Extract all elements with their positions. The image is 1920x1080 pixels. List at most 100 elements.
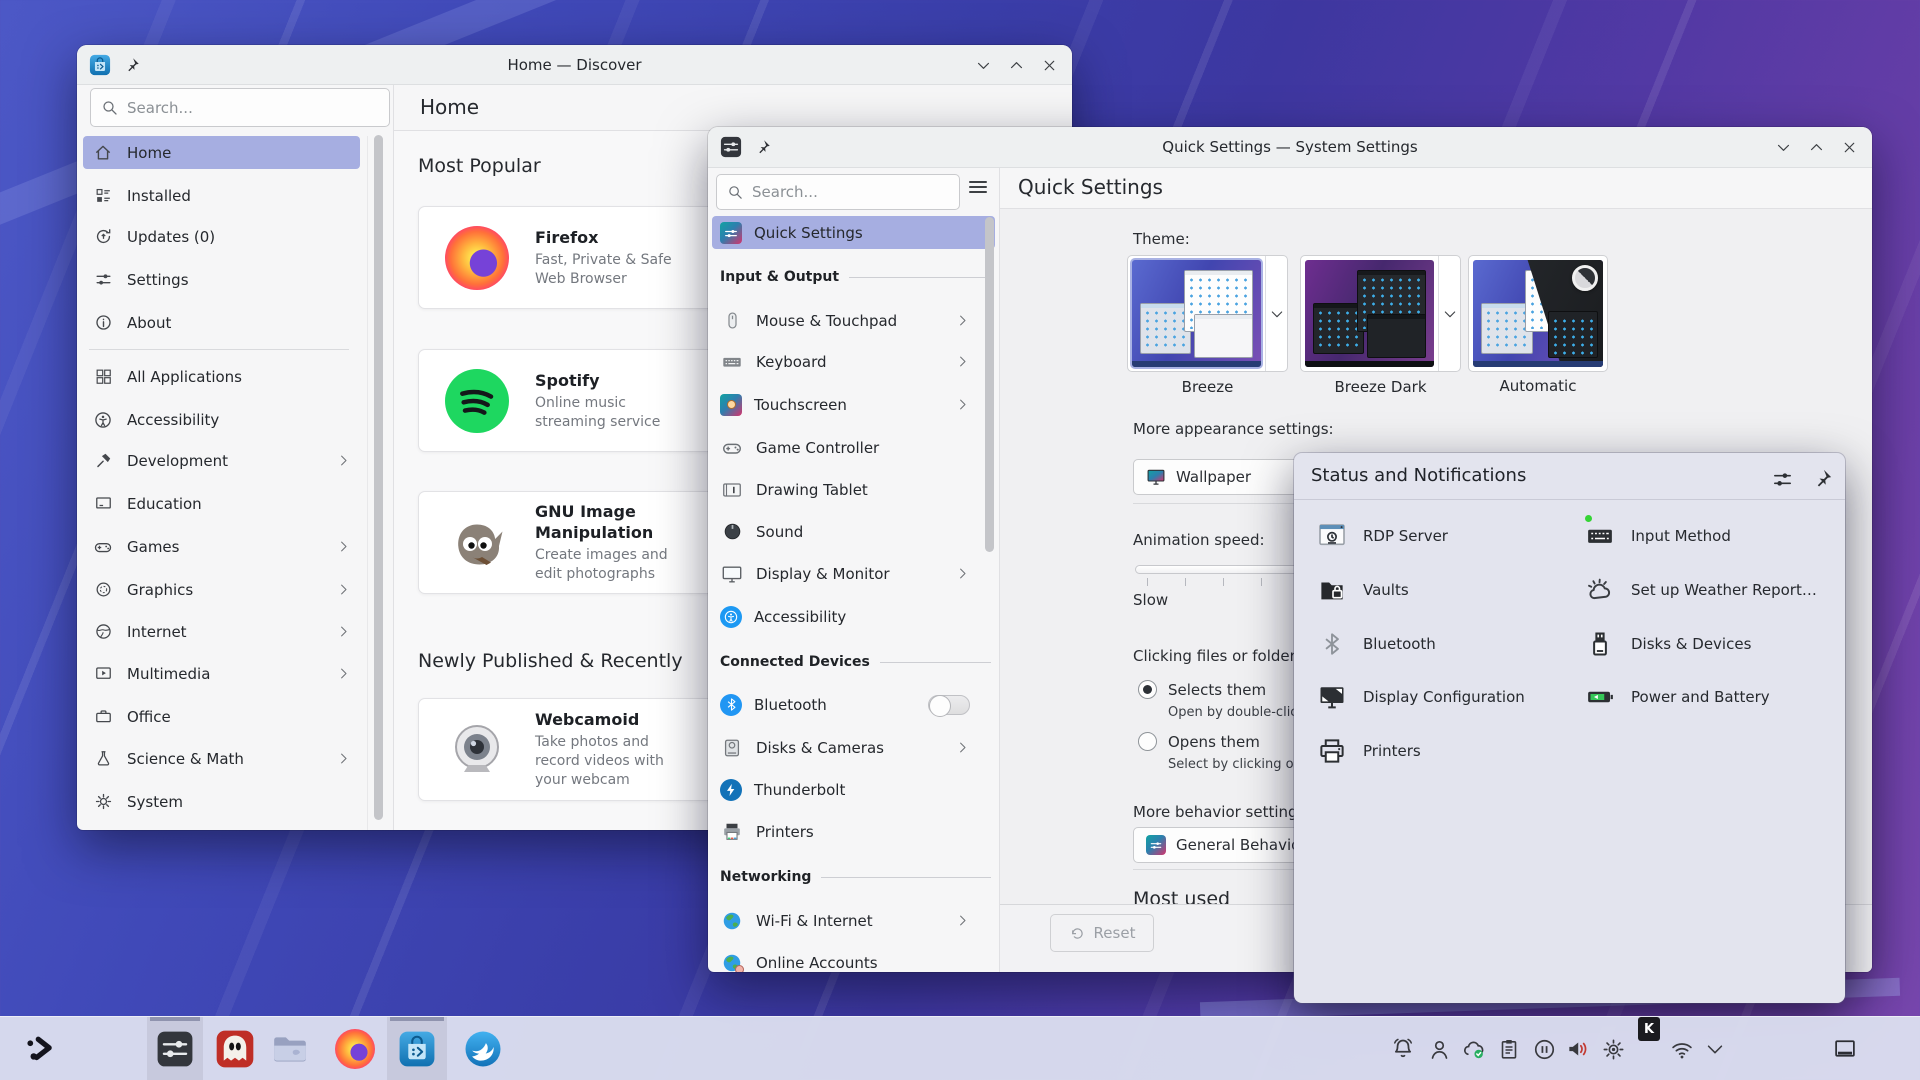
tray-night-light-icon[interactable] [1600,1017,1627,1080]
settings-nav-drawing-tablet[interactable]: Drawing Tablet [712,474,978,505]
configure-icon[interactable] [1771,468,1794,491]
popup-item-display-configuration[interactable]: Display Configuration [1316,681,1525,713]
chevron-right-icon [336,624,351,639]
settings-nav-wifi-internet[interactable]: Wi-Fi & Internet [712,905,978,936]
bluetooth-blue-icon [720,694,742,716]
sidebar-item-system[interactable]: System [83,785,360,818]
globe-icon [720,909,744,933]
popup-item-input-method[interactable]: Input Method [1584,520,1731,552]
popup-item-printers[interactable]: Printers [1316,735,1421,767]
sidebar-item-graphics[interactable]: Graphics [83,573,360,606]
sidebar-item-about[interactable]: About [83,306,360,339]
app-launcher-button[interactable] [18,1017,62,1080]
tray-user-icon[interactable] [1425,1017,1453,1080]
theme-option-breeze[interactable] [1127,255,1288,372]
popup-item-weather[interactable]: Set up Weather Report… [1584,574,1817,606]
breeze-thumbnail [1132,260,1261,367]
settings-nav-keyboard[interactable]: Keyboard [712,346,978,377]
minimize-icon[interactable] [975,57,992,74]
settings-search-input[interactable] [716,174,960,210]
popup-item-vaults[interactable]: Vaults [1316,574,1409,606]
settings-nav-disks-cameras[interactable]: Disks & Cameras [712,732,978,763]
settings-nav-printers[interactable]: Printers [712,816,978,847]
sidebar-item-science-math[interactable]: Science & Math [83,742,360,775]
task-system-settings[interactable] [155,1017,195,1080]
bluetooth-toggle[interactable] [928,695,970,715]
sidebar-item-multimedia[interactable]: Multimedia [83,657,360,690]
close-icon[interactable] [1041,57,1058,74]
search-input[interactable] [90,88,390,127]
animation-speed-label: Animation speed: [1133,531,1265,549]
sidebar-item-updates[interactable]: Updates (0) [83,220,360,253]
sidebar-scrollbar[interactable] [374,135,383,820]
pin-icon[interactable] [1811,467,1834,490]
settings-nav-quick-settings[interactable]: Quick Settings [712,216,995,249]
settings-sidebar-scrollbar[interactable] [985,217,994,552]
window-title: Home — Discover [77,56,1072,74]
theme-option-automatic[interactable] [1468,255,1608,372]
sidebar-item-installed[interactable]: Installed [83,179,360,212]
settings-nav-game-controller[interactable]: Game Controller [712,432,978,463]
sidebar-item-office[interactable]: Office [83,700,360,733]
task-firefox[interactable] [335,1017,375,1080]
breeze-dropdown[interactable] [1265,256,1287,371]
auto-theme-badge-icon [1572,265,1598,291]
animation-speed-slider[interactable] [1135,565,1317,574]
maximize-icon[interactable] [1808,139,1825,156]
task-ghostwriter[interactable] [215,1017,255,1080]
settings-sliders-icon [92,270,114,289]
tray-wifi-icon[interactable] [1668,1017,1696,1080]
tray-notifications-bell-icon[interactable] [1389,1017,1417,1080]
task-falkon[interactable] [463,1017,503,1080]
sidebar-item-development[interactable]: Development [83,444,360,477]
briefcase-icon [92,707,114,726]
maximize-icon[interactable] [1008,57,1025,74]
tray-clipboard-icon[interactable] [1496,1017,1522,1080]
settings-nav-thunderbolt[interactable]: Thunderbolt [712,774,978,805]
usb-icon [1584,628,1616,660]
breeze-dark-dropdown[interactable] [1438,256,1460,371]
popup-item-bluetooth[interactable]: Bluetooth [1316,628,1436,660]
sidebar-item-all-applications[interactable]: All Applications [83,360,360,393]
popup-item-power-battery[interactable]: Power and Battery [1584,681,1770,713]
radio-selects-them[interactable]: Selects them [1138,680,1266,699]
settings-nav-display-monitor[interactable]: Display & Monitor [712,558,978,589]
hamburger-menu-icon[interactable] [966,175,990,199]
task-discover[interactable] [397,1017,437,1080]
task-file-manager[interactable] [270,1017,310,1080]
show-desktop-icon[interactable] [1831,1017,1859,1080]
gamepad-icon [92,537,114,557]
popup-item-disks-devices[interactable]: Disks & Devices [1584,628,1751,660]
sidebar-item-internet[interactable]: Internet [83,615,360,648]
settings-nav-mouse-touchpad[interactable]: Mouse & Touchpad [712,305,978,336]
discover-titlebar[interactable]: Home — Discover [77,45,1072,85]
reset-button[interactable]: Reset [1050,914,1154,952]
settings-nav-bluetooth[interactable]: Bluetooth [712,689,978,720]
settings-titlebar[interactable]: Quick Settings — System Settings [708,127,1872,168]
section-heading-most-popular: Most Popular [418,155,541,177]
sidebar-item-accessibility[interactable]: Accessibility [83,403,360,436]
tray-volume-icon[interactable] [1564,1017,1592,1080]
settings-nav-online-accounts[interactable]: Online Accounts [712,947,978,972]
sidebar-item-settings[interactable]: Settings [83,263,360,296]
theme-option-breeze-dark[interactable] [1300,255,1461,372]
chevron-right-icon [336,539,351,554]
settings-nav-sound[interactable]: Sound [712,516,978,547]
tablet-icon [720,478,744,502]
sidebar-item-education[interactable]: Education [83,487,360,520]
minimize-icon[interactable] [1775,139,1792,156]
page-title: Home [420,95,479,119]
close-icon[interactable] [1841,139,1858,156]
info-icon [92,313,114,332]
tray-expand-chevron-icon[interactable] [1702,1017,1728,1080]
tray-media-pause-icon[interactable] [1530,1017,1558,1080]
theme-label: Theme: [1133,230,1190,248]
tray-keyboard-indicator-icon[interactable]: K [1637,1017,1661,1041]
settings-nav-accessibility[interactable]: Accessibility [712,601,978,632]
sidebar-item-games[interactable]: Games [83,530,360,563]
popup-item-rdp-server[interactable]: RDP Server [1316,520,1448,552]
tray-cloud-sync-icon[interactable] [1460,1017,1488,1080]
settings-nav-touchscreen[interactable]: Touchscreen [712,389,978,420]
radio-opens-them[interactable]: Opens them [1138,732,1260,751]
sidebar-item-home[interactable]: Home [83,136,360,169]
